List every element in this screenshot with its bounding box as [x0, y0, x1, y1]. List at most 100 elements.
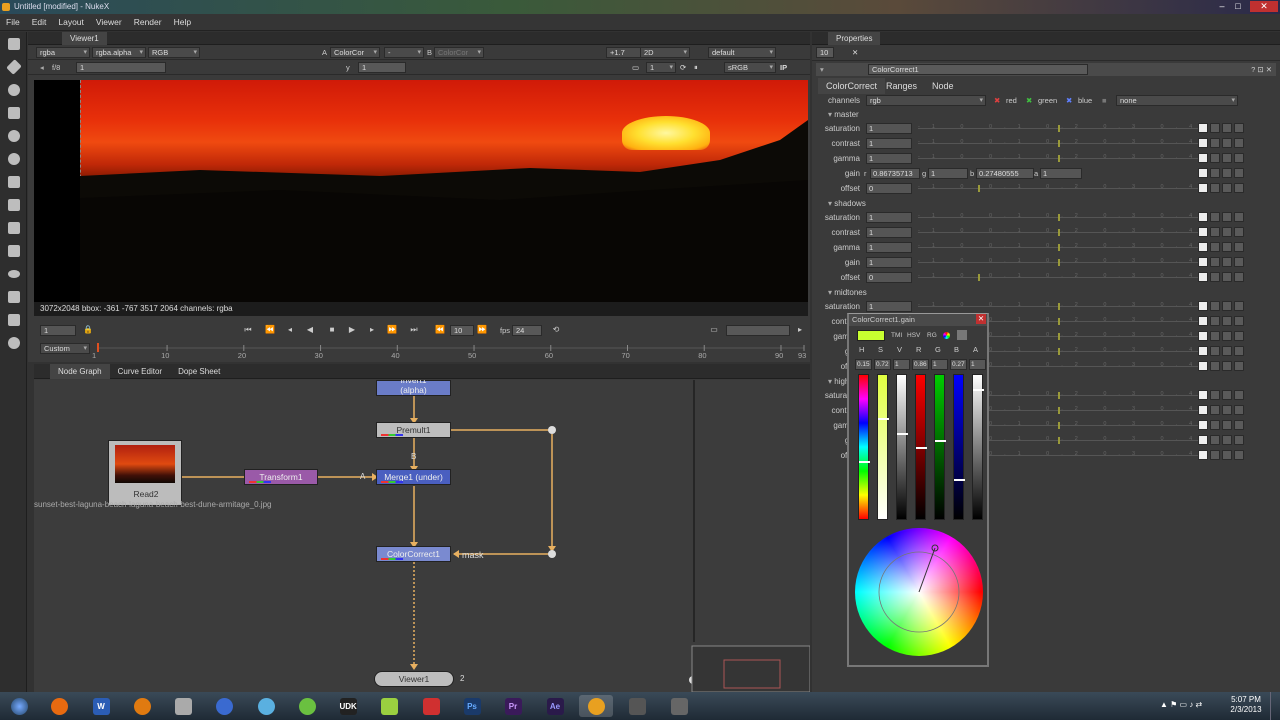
slider-knob[interactable] [1058, 125, 1060, 132]
step-back-button[interactable]: ◂ [284, 325, 296, 335]
color-wheel-button[interactable] [1210, 138, 1220, 148]
channel-slider-s[interactable] [877, 374, 889, 520]
offset-field[interactable]: 0 [866, 183, 912, 194]
gain-r-field[interactable]: 0.86735713 [870, 168, 920, 179]
tool-keyer[interactable] [0, 170, 27, 193]
channel-slider-handle[interactable] [859, 461, 870, 464]
channel-value-a[interactable]: 1 [969, 359, 986, 370]
max-panels-field[interactable]: 10 [816, 47, 834, 58]
menu-render[interactable]: Render [128, 14, 168, 31]
channel-split-button[interactable] [1222, 405, 1232, 415]
tab-node-graph[interactable]: Node Graph [50, 364, 110, 379]
slider-knob[interactable] [1058, 318, 1060, 325]
color-swatch-button[interactable] [1198, 242, 1208, 252]
menu-viewer[interactable]: Viewer [90, 14, 128, 31]
color-wheel-button[interactable] [1210, 212, 1220, 222]
fps-field[interactable]: 24 [512, 325, 542, 336]
animation-button[interactable] [1234, 153, 1244, 163]
input-a-dropdown[interactable]: ColorCor [330, 47, 380, 58]
menu-layout[interactable]: Layout [52, 14, 90, 31]
taskbar-blender[interactable] [125, 695, 159, 717]
slider-knob[interactable] [1058, 140, 1060, 147]
menu-edit[interactable]: Edit [26, 14, 53, 31]
channel-slider-handle[interactable] [916, 447, 927, 449]
mode-rgb[interactable]: RG [927, 330, 937, 341]
param-buttons[interactable] [1198, 153, 1244, 163]
taskbar-firefox[interactable] [42, 695, 76, 717]
alpha-dropdown[interactable]: rgba.alpha [92, 47, 146, 58]
mask-channel-dropdown[interactable]: none [1116, 95, 1238, 106]
channel-slider-handle[interactable] [878, 418, 889, 421]
color-swatch-button[interactable] [1198, 361, 1208, 371]
color-wheel-button[interactable] [1210, 435, 1220, 445]
color-wheel-button[interactable] [1210, 168, 1220, 178]
slider-knob[interactable] [1058, 229, 1060, 236]
param-buttons[interactable] [1198, 450, 1244, 460]
tool-filter[interactable] [0, 147, 27, 170]
animation-button[interactable] [1234, 168, 1244, 178]
node-viewer1[interactable]: Viewer1 [374, 671, 454, 687]
gain-b-field[interactable]: 0.27480555 [976, 168, 1034, 179]
taskbar-nuke[interactable] [579, 695, 613, 717]
zoom-dropdown[interactable]: 1 [646, 62, 676, 73]
param-buttons[interactable] [1198, 420, 1244, 430]
channel-split-button[interactable] [1222, 242, 1232, 252]
channel-split-button[interactable] [1222, 212, 1232, 222]
param-buttons[interactable] [1198, 272, 1244, 282]
param-buttons[interactable] [1198, 212, 1244, 222]
color-swatch-button[interactable] [1198, 272, 1208, 282]
animation-button[interactable] [1234, 435, 1244, 445]
gamma-field[interactable]: 1 [866, 242, 912, 253]
channel-header-g[interactable]: G [935, 344, 941, 355]
channel-slider-g[interactable] [934, 374, 946, 520]
menu-file[interactable]: File [0, 14, 26, 31]
channel-slider-handle[interactable] [897, 432, 908, 435]
close-all-icon[interactable]: ✕ [852, 47, 858, 58]
slider-knob[interactable] [978, 185, 980, 192]
tool-other[interactable] [0, 308, 27, 331]
float-close-icons[interactable]: ? ⊡ ✕ [1251, 64, 1272, 75]
taskbar-photoshop[interactable]: Ps [455, 695, 489, 717]
node-premult1[interactable]: Premult1 [376, 422, 451, 438]
animation-button[interactable] [1234, 450, 1244, 460]
animation-button[interactable] [1234, 301, 1244, 311]
color-swatch-button[interactable] [1198, 316, 1208, 326]
gain-arrows-icon[interactable]: ◂ [40, 62, 44, 73]
color-wheel-button[interactable] [1210, 346, 1220, 356]
channel-split-button[interactable] [1222, 420, 1232, 430]
color-wheel-button[interactable] [1210, 390, 1220, 400]
slider-knob[interactable] [1058, 348, 1060, 355]
param-buttons[interactable] [1198, 361, 1244, 371]
param-buttons[interactable] [1198, 242, 1244, 252]
color-swatch-button[interactable] [1198, 346, 1208, 356]
color-swatch-button[interactable] [1198, 257, 1208, 267]
slider-knob[interactable] [1058, 333, 1060, 340]
color-wheel-button[interactable] [1210, 420, 1220, 430]
color-wheel-button[interactable] [1210, 123, 1220, 133]
gain-g-field[interactable]: 1 [928, 168, 968, 179]
animation-button[interactable] [1234, 405, 1244, 415]
channel-split-button[interactable] [1222, 361, 1232, 371]
next-keyframe-button[interactable]: ⏩ [386, 325, 398, 335]
animation-button[interactable] [1234, 183, 1244, 193]
color-swatch-button[interactable] [1198, 212, 1208, 222]
compare-dropdown[interactable]: - [384, 47, 424, 58]
current-frame-field[interactable]: 1 [40, 325, 76, 336]
tool-channel[interactable] [0, 101, 27, 124]
menu-help[interactable]: Help [168, 14, 197, 31]
color-swatch-button[interactable] [1198, 301, 1208, 311]
slider-knob[interactable] [1058, 244, 1060, 251]
channel-split-button[interactable] [1222, 168, 1232, 178]
slider-knob[interactable] [978, 274, 980, 281]
monitor-icon[interactable]: ▭ [632, 62, 639, 73]
close-button[interactable]: ✕ [1250, 1, 1278, 12]
color-swatch-button[interactable] [1198, 138, 1208, 148]
color-wheel-button[interactable] [1210, 316, 1220, 326]
tool-merge[interactable] [0, 193, 27, 216]
saturation-field[interactable]: 1 [866, 123, 912, 134]
channel-slider-h[interactable] [858, 374, 870, 520]
tab-colorcorrect[interactable]: ColorCorrect [818, 78, 886, 94]
channel-value-s[interactable]: 0.72 [874, 359, 891, 370]
channel-header-r[interactable]: R [916, 344, 921, 355]
tool-3d[interactable] [0, 239, 27, 262]
